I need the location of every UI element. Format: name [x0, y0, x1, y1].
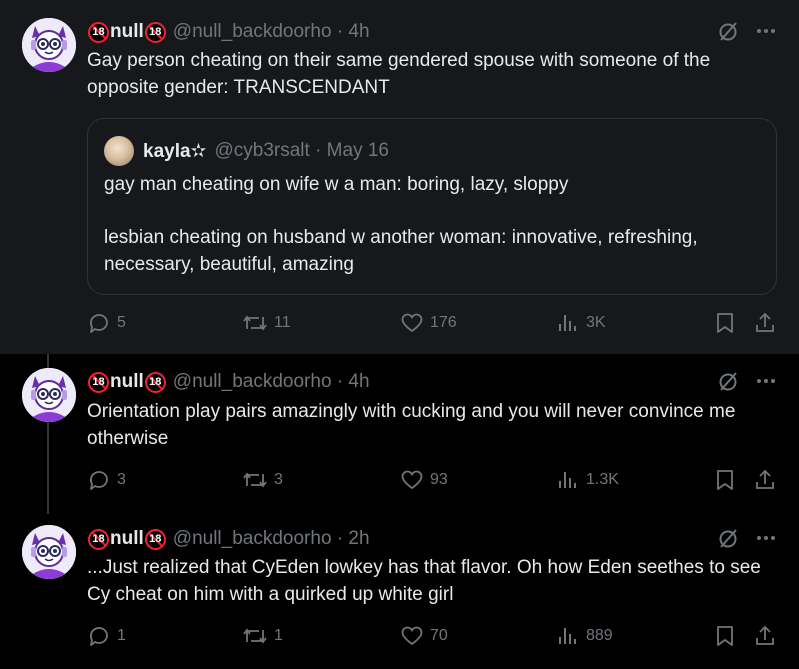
tweet-text: Orientation play pairs amazingly with cu… — [87, 401, 736, 449]
quoted-display-name[interactable]: kayla✫ — [143, 140, 206, 163]
more-options-icon[interactable] — [755, 527, 777, 549]
tweet[interactable]: 18 null 18 @null_backdoorho · 2h ...Just… — [0, 511, 799, 669]
repost-button[interactable]: 1 — [242, 624, 283, 648]
18-badge-icon: 18 — [144, 528, 166, 550]
tweet-header: 18 null 18 @null_backdoorho · 4h — [88, 370, 370, 394]
views-chart-icon — [559, 628, 576, 644]
18-badge-icon: 18 — [88, 528, 109, 550]
views-chart-icon — [559, 315, 576, 331]
18-badge-icon: 18 — [144, 371, 166, 393]
18-badge-icon: 18 — [88, 371, 109, 393]
reply-button[interactable]: 1 — [87, 624, 126, 648]
views-count: 3K — [586, 314, 606, 331]
quoted-paragraph: lesbian cheating on husband w another wo… — [104, 227, 698, 275]
reply-button[interactable]: 5 — [87, 311, 126, 335]
tweet-top-actions — [717, 20, 777, 42]
more-options-icon[interactable] — [755, 20, 777, 42]
tweet[interactable]: 18 null 18 @null_backdoorho · 4h Orienta… — [0, 354, 799, 511]
reply-count: 3 — [117, 471, 126, 488]
views-count: 889 — [586, 627, 613, 644]
tweet-top-actions — [717, 370, 777, 392]
handle-and-time[interactable]: @null_backdoorho · 4h — [173, 371, 370, 393]
views-chart-icon — [559, 472, 576, 488]
avatar[interactable] — [22, 18, 76, 72]
views-count: 1.3K — [586, 471, 619, 488]
heart-icon — [401, 313, 423, 333]
bookmark-icon — [717, 470, 733, 490]
quoted-paragraph: gay man cheating on wife w a man: boring… — [104, 174, 569, 195]
repost-icon — [243, 315, 267, 331]
like-button[interactable]: 70 — [400, 624, 448, 648]
bookmark-button[interactable] — [713, 468, 737, 492]
reply-icon — [90, 471, 108, 490]
avatar[interactable] — [22, 368, 76, 422]
display-name[interactable]: null — [110, 371, 144, 393]
bookmark-button[interactable] — [713, 624, 737, 648]
reply-icon — [90, 627, 108, 646]
quoted-tweet[interactable]: kayla✫ @cyb3rsalt · May 16 gay man cheat… — [87, 118, 777, 295]
repost-button[interactable]: 11 — [242, 311, 291, 335]
tweet-actions: 1 1 70 889 — [87, 624, 777, 652]
display-name[interactable]: null — [110, 21, 144, 43]
18-badge-icon: 18 — [144, 21, 166, 43]
handle-and-time[interactable]: @null_backdoorho · 2h — [173, 528, 370, 550]
reply-count: 1 — [117, 627, 126, 644]
more-options-icon[interactable] — [755, 370, 777, 392]
like-count: 93 — [430, 471, 448, 488]
quoted-avatar[interactable] — [104, 136, 134, 166]
repost-count: 1 — [274, 627, 283, 644]
18-badge-icon: 18 — [88, 21, 109, 43]
views-button[interactable]: 889 — [556, 624, 613, 648]
heart-icon — [401, 626, 423, 646]
tweet-header: 18 null 18 @null_backdoorho · 4h — [88, 20, 370, 44]
like-button[interactable]: 176 — [400, 311, 457, 335]
reply-button[interactable]: 3 — [87, 468, 126, 492]
quoted-handle-and-time[interactable]: @cyb3rsalt · May 16 — [214, 140, 389, 162]
quoted-tweet-text: gay man cheating on wife w a man: boring… — [104, 171, 764, 278]
display-name[interactable]: null — [110, 528, 144, 550]
tweet-text: Gay person cheating on their same gender… — [87, 50, 711, 98]
share-icon — [756, 312, 774, 332]
heart-icon — [401, 470, 423, 490]
tweet-top-actions — [717, 527, 777, 549]
bookmark-icon — [717, 626, 733, 646]
grok-icon[interactable] — [717, 370, 739, 392]
reply-count: 5 — [117, 314, 126, 331]
tweet-actions: 3 3 93 1.3K — [87, 468, 777, 496]
avatar[interactable] — [22, 525, 76, 579]
repost-icon — [243, 628, 267, 644]
like-count: 70 — [430, 627, 448, 644]
bookmark-icon — [717, 313, 733, 333]
share-button[interactable] — [753, 624, 777, 648]
tweet[interactable]: 18 null 18 @null_backdoorho · 4h Gay per… — [0, 0, 799, 354]
grok-icon[interactable] — [717, 527, 739, 549]
views-button[interactable]: 1.3K — [556, 468, 619, 492]
grok-icon[interactable] — [717, 20, 739, 42]
share-button[interactable] — [753, 311, 777, 335]
share-button[interactable] — [753, 468, 777, 492]
tweet-actions: 5 11 176 3K — [87, 311, 777, 339]
handle-and-time[interactable]: @null_backdoorho · 4h — [173, 21, 370, 43]
repost-count: 11 — [274, 314, 291, 331]
bookmark-button[interactable] — [713, 311, 737, 335]
share-icon — [756, 469, 774, 489]
like-button[interactable]: 93 — [400, 468, 448, 492]
tweet-text: ...Just realized that CyEden lowkey has … — [87, 557, 761, 605]
quoted-tweet-header: kayla✫ @cyb3rsalt · May 16 — [104, 136, 389, 166]
repost-icon — [243, 472, 267, 488]
share-icon — [756, 625, 774, 645]
reply-icon — [90, 314, 108, 333]
tweet-header: 18 null 18 @null_backdoorho · 2h — [88, 527, 370, 551]
views-button[interactable]: 3K — [556, 311, 606, 335]
repost-count: 3 — [274, 471, 283, 488]
like-count: 176 — [430, 314, 457, 331]
repost-button[interactable]: 3 — [242, 468, 283, 492]
